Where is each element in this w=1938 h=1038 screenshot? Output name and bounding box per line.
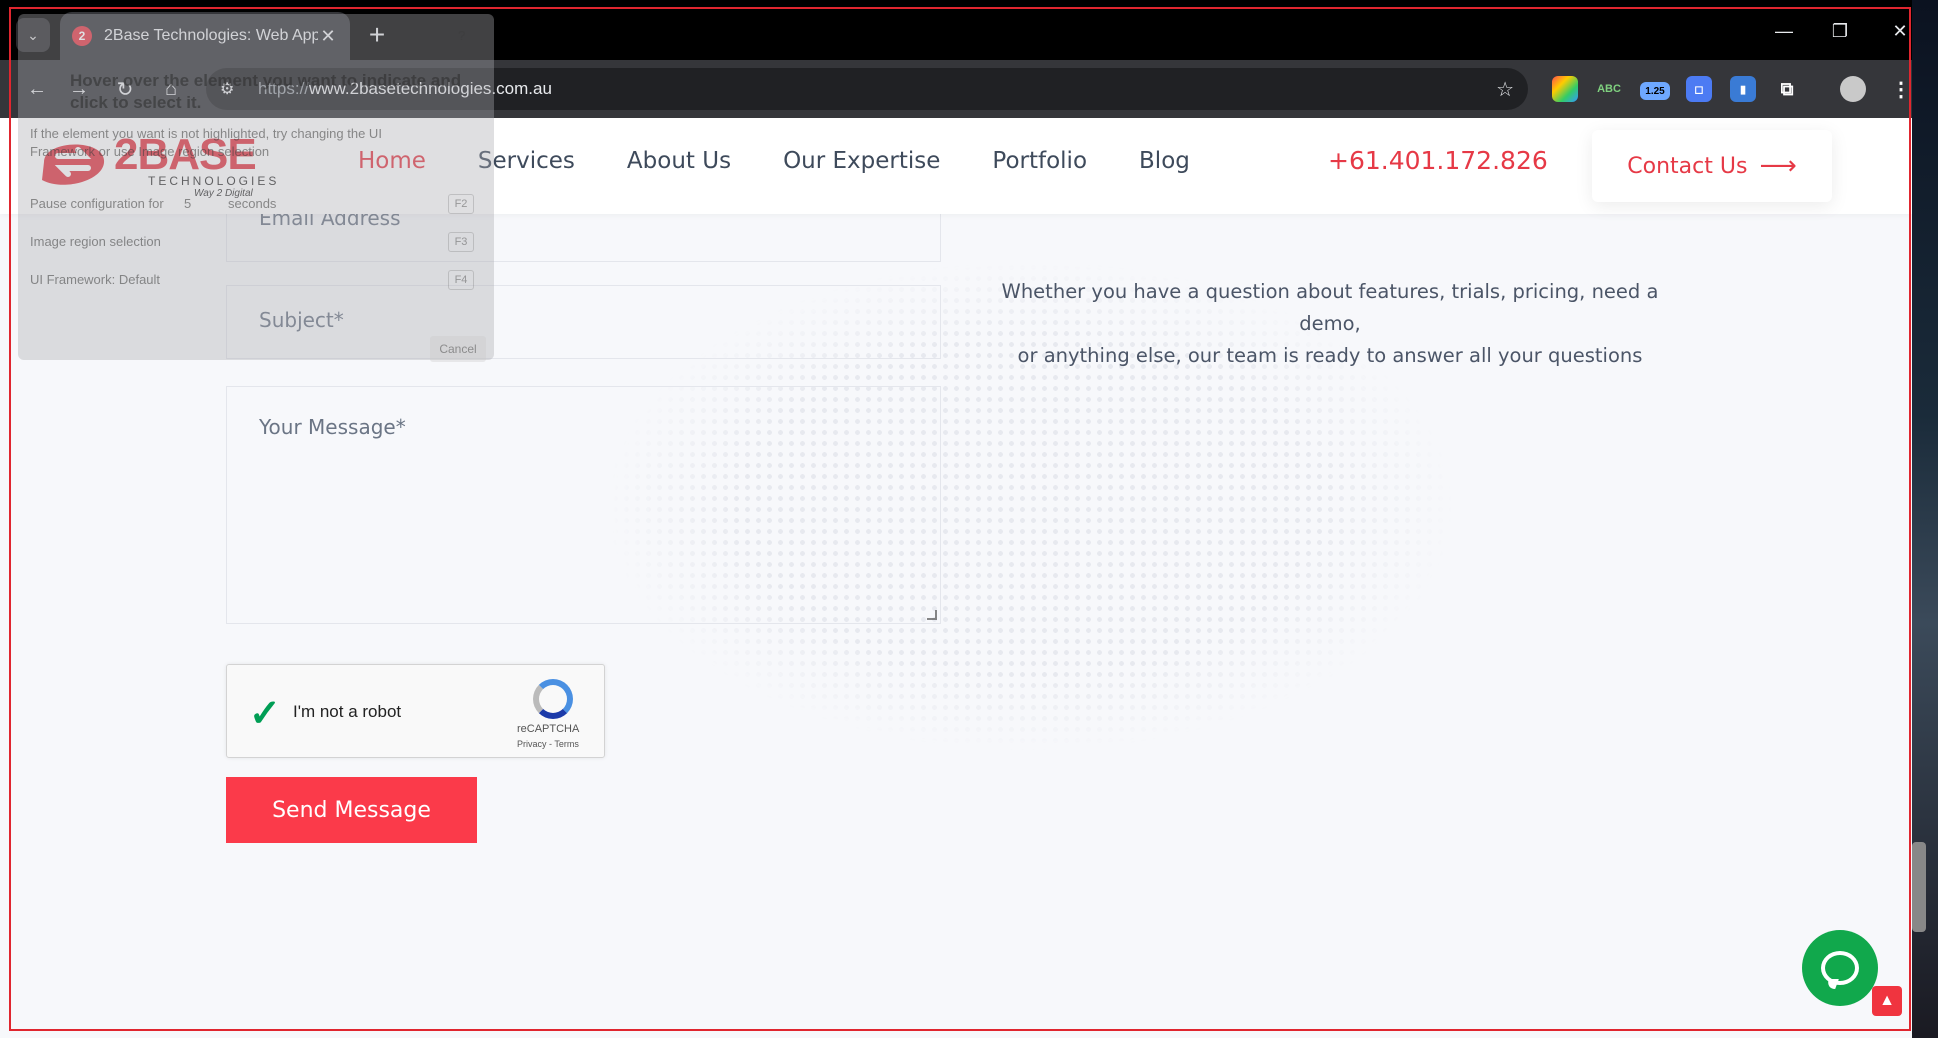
extension-abc-icon[interactable]: ABC — [1596, 76, 1622, 102]
minimize-icon[interactable]: — — [1764, 16, 1804, 46]
restore-icon[interactable]: ❐ — [1820, 16, 1860, 46]
message-placeholder: Your Message* — [259, 415, 406, 439]
nav-about-us[interactable]: About Us — [627, 148, 731, 174]
nav-portfolio[interactable]: Portfolio — [992, 148, 1087, 174]
ui-framework-option[interactable]: UI Framework: Default — [30, 272, 160, 287]
description-line-2: or anything else, our team is ready to a… — [1017, 344, 1643, 367]
scrollbar-thumb[interactable] — [1912, 842, 1926, 932]
recaptcha-label: I'm not a robot — [293, 702, 402, 721]
recaptcha-widget[interactable]: ✓ I'm not a robot reCAPTCHA Privacy - Te… — [226, 664, 605, 758]
pause-label: Pause configuration for — [30, 196, 164, 211]
overlay-line-1: If the element you want is not highlight… — [30, 126, 382, 141]
nav-our-expertise[interactable]: Our Expertise — [783, 148, 940, 174]
image-region-option[interactable]: Image region selection — [30, 234, 161, 249]
resize-grip-icon[interactable] — [927, 610, 937, 620]
key-f3: F3 — [448, 232, 474, 252]
contact-description: Whether you have a question about featur… — [980, 276, 1680, 372]
extension-zoom-badge[interactable]: 1.25 — [1640, 82, 1670, 100]
overlay-line-2: Framework or use Image region selection — [30, 144, 270, 159]
extension-square-icon[interactable]: ◻ — [1686, 76, 1712, 102]
recaptcha-brand: reCAPTCHA — [517, 723, 580, 735]
pause-value[interactable]: 5 — [184, 196, 191, 211]
key-f2: F2 — [448, 194, 474, 214]
profile-avatar[interactable] — [1840, 76, 1866, 102]
description-line-1: Whether you have a question about featur… — [1001, 280, 1659, 335]
nav-blog[interactable]: Blog — [1139, 148, 1190, 174]
extension-color-icon[interactable] — [1552, 76, 1578, 102]
arrow-right-icon: ⟶ — [1759, 151, 1797, 181]
scroll-top-button[interactable]: ▲ — [1872, 986, 1902, 1016]
help-icon[interactable]: ? — [458, 28, 465, 43]
send-message-button[interactable]: Send Message — [226, 777, 477, 843]
element-picker-overlay: ? Hover over the element you want to ind… — [18, 14, 494, 362]
chat-button[interactable] — [1802, 930, 1878, 1006]
extensions-puzzle-icon[interactable]: ⧉ — [1774, 76, 1800, 102]
overlay-title: Hover over the element you want to indic… — [70, 71, 462, 112]
key-f4: F4 — [448, 270, 474, 290]
recaptcha-terms-link[interactable]: Privacy - Terms — [517, 739, 579, 749]
recaptcha-logo-icon — [533, 679, 573, 719]
contact-us-button[interactable]: Contact Us ⟶ — [1592, 130, 1832, 202]
phone-link[interactable]: +61.401.172.826 — [1328, 146, 1548, 175]
chat-icon — [1821, 951, 1859, 985]
checkmark-icon[interactable]: ✓ — [249, 691, 281, 736]
menu-kebab-icon[interactable]: ⋮ — [1888, 76, 1912, 102]
overlay-cancel-button[interactable]: Cancel — [430, 336, 486, 362]
close-window-icon[interactable]: ✕ — [1880, 16, 1912, 46]
extension-docs-icon[interactable]: ▮ — [1730, 76, 1756, 102]
browser-window: ⌄ 2 2Base Technologies: Web Applic ✕ + —… — [0, 0, 1912, 1038]
chevron-up-icon: ▲ — [1879, 992, 1895, 1009]
contact-us-label: Contact Us — [1627, 153, 1748, 179]
pause-unit: seconds — [228, 196, 277, 211]
message-field[interactable]: Your Message* — [226, 386, 941, 624]
star-icon[interactable]: ☆ — [1496, 77, 1514, 102]
